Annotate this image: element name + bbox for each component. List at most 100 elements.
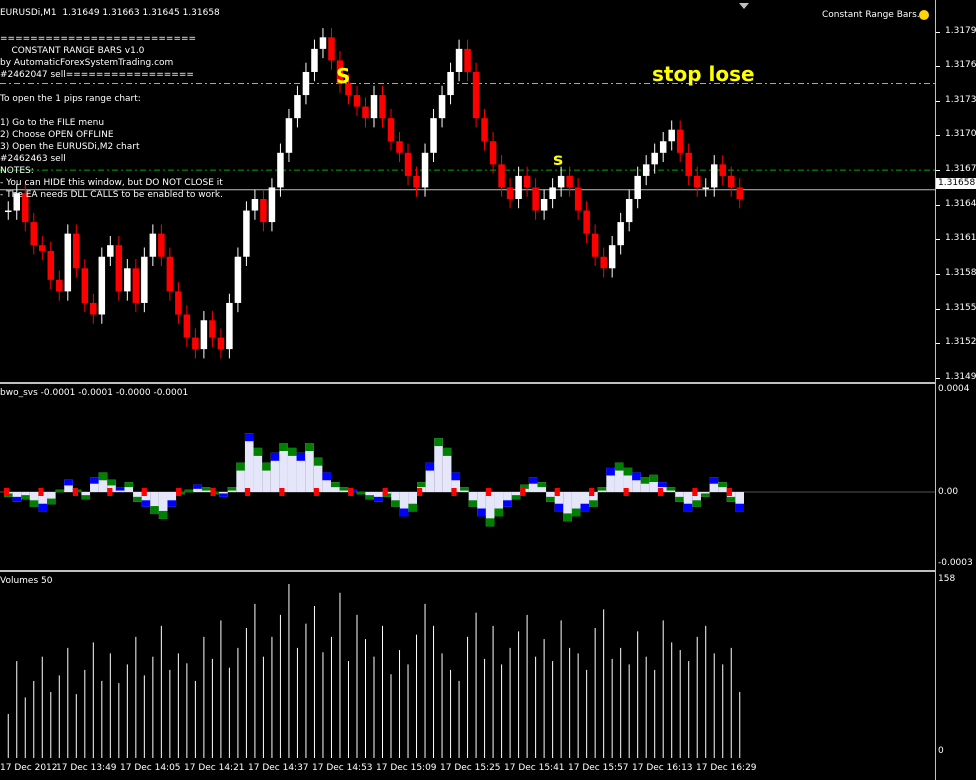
price-tick-mark [936,204,940,206]
price-tick-mark [936,343,940,345]
osc-bar-tip [546,496,555,502]
osc-signal [554,488,560,496]
osc-signal [417,488,423,496]
osc-bar [434,438,443,492]
osc-bar-tip [270,452,280,461]
main-osc-separator[interactable] [0,382,935,384]
osc-bar-tip [614,462,624,471]
price-candle [39,245,46,251]
price-candle [353,95,361,107]
vol-tick-zero: 0 [938,746,944,756]
osc-bar-tip [12,496,22,502]
osc-bar-tip [640,477,650,484]
price-candle [523,175,531,188]
osc-bar-tip [571,508,581,517]
price-tick: 1.31795 [945,25,976,36]
osc-bar-tip [339,487,349,491]
time-tick: 17 Dec 14:21 [184,763,245,773]
price-candle [489,141,497,165]
price-candle [625,199,633,223]
osc-signal [623,488,629,496]
price-candle [243,210,250,257]
osc-bar-tip [201,487,211,491]
time-tick: 17 Dec 15:41 [504,763,565,773]
osc-tick-zero: 0.00 [938,487,959,497]
osc-bar-tip [460,487,469,491]
osc-signal [348,488,354,496]
price-tick: 1.31585 [945,268,976,279]
price-candle [141,256,148,303]
osc-bar-tip [417,482,426,488]
osc-bar-tip [485,518,495,527]
scroll-shift-icon[interactable] [739,3,749,9]
time-tick: 17 Dec 16:13 [632,763,693,773]
osc-vol-separator[interactable] [0,570,935,572]
osc-bar [244,433,254,492]
price-candle [192,337,199,350]
osc-bar-tip [150,506,159,515]
price-candle [379,95,386,119]
osc-bar-tip [313,457,323,466]
osc-bar-tip [580,503,590,512]
osc-bar-tip [115,487,125,491]
osc-bar-tip [399,508,409,517]
time-tick: 17 Dec 15:25 [440,763,501,773]
osc-signal [72,488,78,496]
price-tick-mark [936,239,940,241]
osc-bar-tip [477,508,486,517]
osc-signal [38,488,44,496]
price-candle [566,175,573,188]
price-candle [124,268,131,292]
price-candle [421,152,429,188]
osc-bar-tip [528,477,538,484]
price-candle [685,152,692,176]
price-candle [166,256,174,292]
osc-bar-tip [227,487,237,491]
price-candle [481,118,488,142]
price-candle [251,199,259,211]
osc-signal [210,488,216,496]
price-candle [532,187,539,211]
price-candle [413,175,420,188]
price-axis-border [935,0,936,780]
info-line: - The EA needs DLL CALLS to be enabled t… [0,190,223,200]
price-candle [268,187,276,223]
osc-bar-tip [305,443,314,451]
annotation-s2: s [553,150,564,170]
price-tick-mark [936,274,940,276]
price-tick-mark [936,170,940,172]
smiley-icon[interactable] [919,10,929,20]
osc-signal [141,488,147,496]
price-candle [81,268,89,303]
price-tick: 1.31765 [945,60,976,71]
price-tick: 1.31615 [945,233,976,244]
osc-bar-tip [158,510,168,519]
price-candle [719,164,726,176]
osc-bar-tip [494,508,504,517]
price-candle [311,48,318,72]
time-tick: 17 Dec 15:57 [568,763,629,773]
osc-bar-tip [425,462,435,471]
price-candle [702,187,709,189]
price-candle [73,233,80,269]
price-candle [447,71,454,96]
osc-bar-tip [597,487,607,491]
osc-bar-tip [279,443,288,451]
price-candle [455,48,463,72]
price-candle [209,320,216,338]
price-candle [47,250,55,280]
price-candle [217,337,225,350]
info-line: 2) Choose OPEN OFFLINE [0,130,114,140]
price-tick: 1.31495 [945,372,976,382]
price-candle [557,175,565,188]
price-tick: 1.31735 [945,94,976,105]
price-candle [600,256,607,269]
osc-signal [382,488,388,496]
osc-signal [244,488,251,496]
osc-signal [313,488,319,496]
ea-name[interactable]: Constant Range Bars.x [822,10,925,21]
osc-bar-tip [726,496,736,502]
annotation-s1: S [336,64,351,88]
price-candle [200,320,208,350]
price-candle [370,95,378,119]
